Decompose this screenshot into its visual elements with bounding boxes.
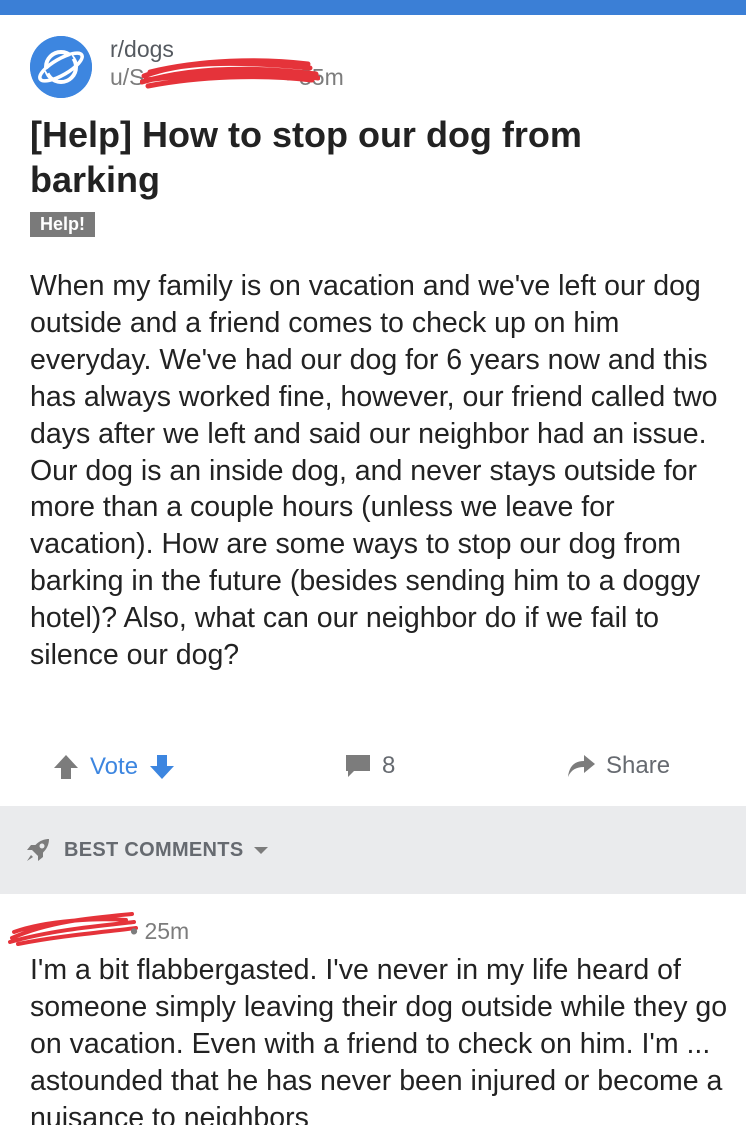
sort-dropdown[interactable]: BEST COMMENTS — [24, 836, 271, 864]
arrow-down-icon[interactable] — [148, 753, 176, 781]
comments-button[interactable]: 8 — [344, 752, 395, 780]
top-accent-bar — [0, 0, 746, 15]
comment: • 25m I'm a bit flabbergasted. I've neve… — [8, 912, 730, 1125]
share-label: Share — [606, 752, 671, 779]
comment-meta: • 25m — [8, 912, 730, 952]
comment-body: I'm a bit flabbergasted. I've never in m… — [30, 954, 728, 1125]
subreddit-avatar[interactable] — [30, 36, 92, 98]
post-header: r/dogs u/S • 35m — [30, 36, 730, 98]
post-title[interactable]: [Help] How to stop our dog from barking — [30, 112, 720, 202]
post-flair[interactable]: Help! — [30, 212, 95, 237]
comments-sort-bar: BEST COMMENTS — [0, 806, 746, 894]
redaction-scribble — [140, 58, 320, 89]
vote-group: Vote — [52, 752, 176, 782]
comment-age: • 25m — [130, 918, 190, 944]
share-arrow-icon — [568, 755, 595, 777]
rocket-icon — [27, 839, 49, 861]
arrow-up-icon[interactable] — [52, 753, 80, 781]
vote-label[interactable]: Vote — [90, 753, 138, 781]
post-body: When my family is on vacation and we've … — [30, 270, 718, 672]
comments-count: 8 — [382, 752, 396, 779]
share-button[interactable]: Share — [566, 752, 670, 780]
planet-icon — [30, 36, 92, 98]
comment-bubble-icon — [346, 755, 370, 777]
sort-label: BEST COMMENTS — [64, 838, 244, 861]
caret-down-icon — [254, 847, 269, 854]
post-action-bar: Vote 8 Share — [0, 740, 746, 796]
redaction-scribble — [8, 912, 138, 946]
